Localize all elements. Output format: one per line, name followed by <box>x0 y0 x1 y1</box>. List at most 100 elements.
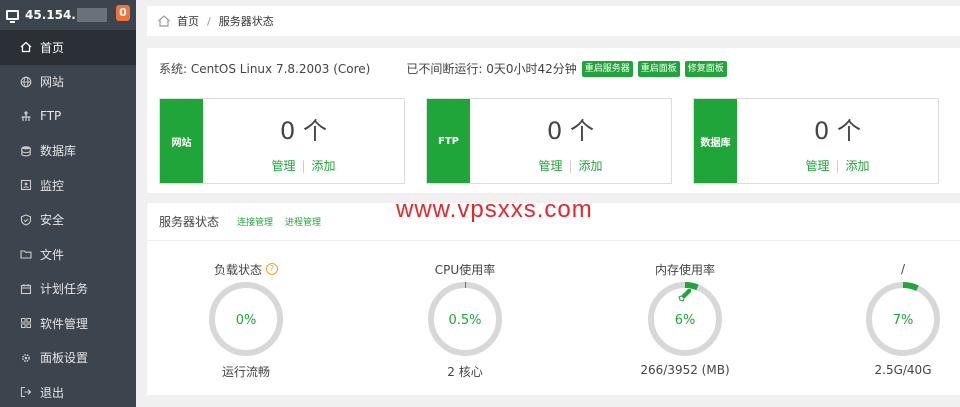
gauge-footer: 运行流畅 <box>221 365 270 379</box>
sidebar-item-files[interactable]: 文件 <box>0 237 136 272</box>
grid-icon <box>20 317 32 329</box>
monitor-icon <box>20 179 32 191</box>
stat-links: 管理 | 添加 <box>470 157 671 174</box>
add-link[interactable]: 添加 <box>579 159 603 173</box>
gauge-cpu: CPU使用率 0.5% 2 核心 <box>385 261 545 380</box>
sidebar-item-label: 监控 <box>40 178 65 193</box>
sidebar-item-label: 文件 <box>40 247 65 262</box>
gauge-ring: 0.5% <box>428 282 502 356</box>
sidebar-item-label: 面板设置 <box>40 351 89 366</box>
restart-panel-button[interactable]: 重启面板 <box>637 60 680 77</box>
shield-icon <box>20 214 32 226</box>
gauge-title: 内存使用率 <box>654 262 715 277</box>
gauge-ring[interactable]: 6% <box>645 279 725 359</box>
sidebar-item-label: 计划任务 <box>40 282 89 297</box>
notification-badge[interactable]: 0 <box>116 5 130 21</box>
gauge-disk: / 7% 2.5G/40G <box>823 261 960 377</box>
manage-link[interactable]: 管理 <box>805 159 829 173</box>
divider: | <box>301 159 306 173</box>
process-manage-link[interactable]: 进程管理 <box>285 215 321 228</box>
sidebar-item-home[interactable]: 首页 <box>0 30 136 65</box>
sidebar-item-cron[interactable]: 计划任务 <box>0 272 136 307</box>
stat-links: 管理 | 添加 <box>203 157 404 174</box>
sidebar-item-label: 安全 <box>40 213 65 228</box>
stat-label: 数据库 <box>694 99 737 183</box>
breadcrumb-current: 服务器状态 <box>218 15 274 28</box>
sidebar-menu: 首页 网站 FTP 数据库 监控 安全 文件 计划任务 软件管理 面板设置 退出 <box>0 30 136 407</box>
home-icon[interactable] <box>157 14 171 28</box>
help-icon[interactable]: ? <box>266 263 278 275</box>
restart-server-button[interactable]: 重启服务器 <box>581 60 633 77</box>
connection-manage-link[interactable]: 连接管理 <box>237 215 273 228</box>
repair-panel-button[interactable]: 修复面板 <box>684 60 727 77</box>
manage-link[interactable]: 管理 <box>538 159 562 173</box>
sidebar-item-label: 首页 <box>40 40 65 55</box>
logout-icon <box>20 386 32 398</box>
stat-count: 0 个 <box>814 117 861 145</box>
folder-icon <box>20 248 32 260</box>
breadcrumb: 首页 / 服务器状态 <box>147 6 960 36</box>
sidebar-item-security[interactable]: 安全 <box>0 203 136 238</box>
server-icon <box>6 10 19 23</box>
gauge-footer: 2 核心 <box>447 365 483 379</box>
gauge-title: 负载状态 <box>213 262 262 277</box>
manage-link[interactable]: 管理 <box>271 159 295 173</box>
stat-links: 管理 | 添加 <box>737 157 938 174</box>
sidebar-item-label: 数据库 <box>40 144 77 159</box>
sidebar-item-database[interactable]: 数据库 <box>0 134 136 169</box>
sidebar-item-label: FTP <box>40 109 62 124</box>
os-info: 系统: CentOS Linux 7.8.2003 (Core) <box>159 62 371 76</box>
status-title: 服务器状态 <box>159 215 220 229</box>
stat-card-website: 网站 0 个 管理 | 添加 <box>159 98 405 184</box>
add-link[interactable]: 添加 <box>846 159 870 173</box>
gauge-value: 0.5% <box>448 313 481 328</box>
sidebar-item-label: 软件管理 <box>40 316 89 331</box>
breadcrumb-separator: / <box>207 14 211 28</box>
stat-label: FTP <box>427 99 470 183</box>
sidebar-item-logout[interactable]: 退出 <box>0 375 136 407</box>
stat-label: 网站 <box>160 99 203 183</box>
sidebar-item-website[interactable]: 网站 <box>0 65 136 100</box>
uptime-info: 已不间断运行: 0天0小时42分钟 <box>406 62 577 76</box>
rocket-icon <box>678 289 691 302</box>
sidebar-item-monitor[interactable]: 监控 <box>0 168 136 203</box>
divider: | <box>568 159 573 173</box>
gauge-value: 6% <box>675 313 696 328</box>
divider: | <box>835 159 840 173</box>
sidebar-item-software[interactable]: 软件管理 <box>0 306 136 341</box>
add-link[interactable]: 添加 <box>312 159 336 173</box>
system-info: 系统: CentOS Linux 7.8.2003 (Core) 已不间断运行:… <box>159 60 727 77</box>
sidebar: 45.154. 0 首页 网站 FTP 数据库 监控 安全 文件 计划任务 软件… <box>0 0 136 407</box>
overview-panel: 系统: CentOS Linux 7.8.2003 (Core) 已不间断运行:… <box>147 48 960 193</box>
calendar-icon <box>20 283 32 295</box>
gauge-value: 0% <box>236 313 257 328</box>
server-status-panel: 服务器状态 连接管理 进程管理 负载状态? 0% 运行流畅 CPU使用率 0.5… <box>147 203 960 395</box>
gauge-ring: 0% <box>209 282 283 356</box>
gauge-title: / <box>900 262 906 276</box>
gauge-value: 7% <box>893 313 914 328</box>
gear-icon <box>20 352 32 364</box>
sidebar-item-ftp[interactable]: FTP <box>0 99 136 134</box>
stat-card-database: 数据库 0 个 管理 | 添加 <box>693 98 939 184</box>
ip-redaction <box>76 8 107 22</box>
watermark: www.vpsxxs.com <box>396 196 593 223</box>
ftp-icon <box>20 110 32 122</box>
gauge-title: CPU使用率 <box>434 262 496 277</box>
sidebar-item-label: 网站 <box>40 75 65 90</box>
sidebar-item-label: 退出 <box>40 385 65 400</box>
gauge-memory: 内存使用率 6% 266/3952 (MB) <box>605 261 765 378</box>
server-ip: 45.154. <box>25 8 76 22</box>
stat-card-ftp: FTP 0 个 管理 | 添加 <box>426 98 672 184</box>
breadcrumb-home[interactable]: 首页 <box>177 13 199 29</box>
gauge-ring[interactable]: 7% <box>863 279 943 359</box>
home-icon <box>20 41 32 53</box>
gauge-footer: 266/3952 (MB) <box>640 363 730 377</box>
stat-count: 0 个 <box>280 117 327 145</box>
stat-count: 0 个 <box>547 117 594 145</box>
globe-icon <box>20 76 32 88</box>
sidebar-header: 45.154. 0 <box>0 0 136 30</box>
gauge-load: 负载状态? 0% 运行流畅 <box>166 261 326 380</box>
gauge-footer: 2.5G/40G <box>874 363 932 377</box>
sidebar-item-settings[interactable]: 面板设置 <box>0 341 136 376</box>
database-icon <box>20 145 32 157</box>
